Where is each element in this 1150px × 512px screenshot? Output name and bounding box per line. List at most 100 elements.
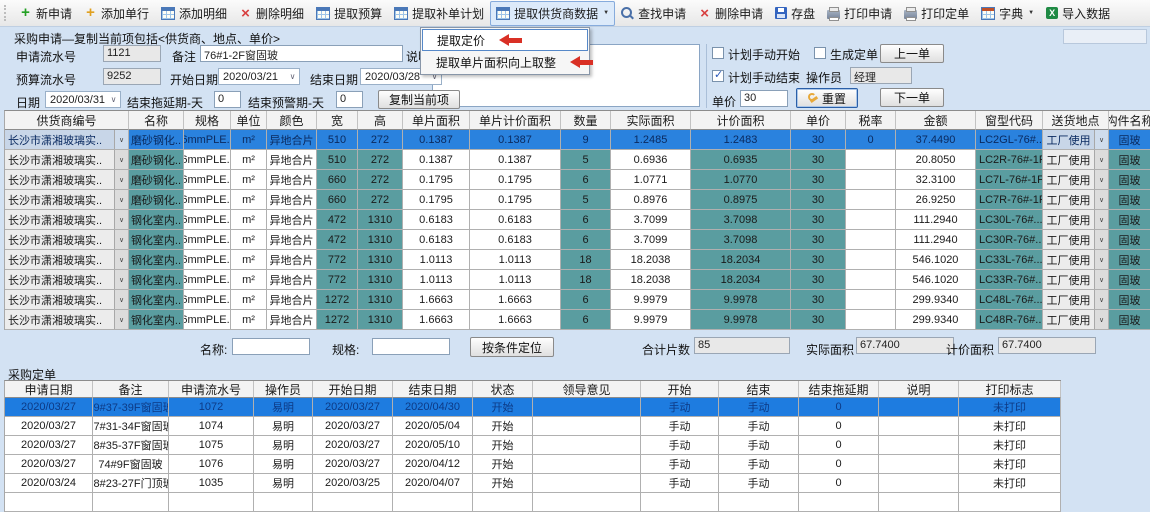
column-header[interactable]: 高	[358, 111, 403, 130]
toolbar-drag-handle[interactable]	[4, 5, 9, 21]
toolbar-button-grid-extract[interactable]: 提取供货商数据▼	[490, 1, 615, 26]
column-header[interactable]: 颜色	[267, 111, 317, 130]
toolbar-button-delete-x[interactable]: 删除明细	[233, 1, 310, 26]
column-header[interactable]: 构件名称	[1109, 111, 1150, 130]
table-row[interactable]: 2020/03/2789#37-39F窗固玻1072易明2020/03/2720…	[5, 398, 1061, 417]
delivery-location-combo[interactable]: 工厂使用∨	[1043, 250, 1109, 270]
delivery-location-combo[interactable]: 工厂使用∨	[1043, 310, 1109, 330]
table-row[interactable]: 长沙市潇湘玻璃实..∨钢化室内..6mmPLE..m²异地合片47213100.…	[5, 210, 1150, 230]
table-row[interactable]: 长沙市潇湘玻璃实..∨磨砂钢化..6mmPLE..m²异地合片6602720.1…	[5, 190, 1150, 210]
column-header[interactable]: 结束日期	[393, 381, 473, 398]
column-header[interactable]: 税率	[846, 111, 896, 130]
supplier-combo[interactable]: 长沙市潇湘玻璃实..∨	[5, 130, 129, 150]
manual-start-checkbox[interactable]	[712, 47, 724, 59]
table-row[interactable]: 2020/03/2788#35-37F窗固玻1075易明2020/03/2720…	[5, 436, 1061, 455]
reset-button[interactable]: 重置	[796, 88, 858, 108]
toolbar-button-grid-extract[interactable]: 提取预算	[310, 1, 388, 26]
column-header[interactable]: 单位	[231, 111, 267, 130]
menu-item[interactable]: 提取定价	[422, 29, 588, 51]
column-header[interactable]: 结束	[719, 381, 799, 398]
table-row[interactable]: 长沙市潇湘玻璃实..∨磨砂钢化..6mmPLE..m²异地合片5102720.1…	[5, 150, 1150, 170]
filter-name-input[interactable]	[232, 338, 310, 355]
column-header[interactable]: 打印标志	[959, 381, 1061, 398]
supplier-combo[interactable]: 长沙市潇湘玻璃实..∨	[5, 290, 129, 310]
toolbar-button-search[interactable]: 查找申请	[615, 1, 692, 26]
column-header[interactable]: 单价	[791, 111, 846, 130]
delivery-location-combo[interactable]: 工厂使用∨	[1043, 170, 1109, 190]
column-header[interactable]: 窗型代码	[976, 111, 1043, 130]
previous-order-button[interactable]: 上一单	[880, 44, 944, 63]
column-header[interactable]: 领导意见	[533, 381, 641, 398]
date-combo[interactable]: 2020/03/31∨	[45, 91, 121, 108]
column-header[interactable]: 状态	[473, 381, 533, 398]
unit-price-field[interactable]: 30	[740, 90, 788, 107]
remark-field[interactable]: 76#1-2F窗固玻	[200, 45, 403, 62]
column-header[interactable]: 名称	[129, 111, 184, 130]
table-row[interactable]: 长沙市潇湘玻璃实..∨钢化室内..6mmPLE..m²异地合片127213101…	[5, 310, 1150, 330]
operator-field[interactable]: 经理	[850, 67, 912, 84]
column-header[interactable]: 宽	[317, 111, 358, 130]
toolbar-button-delete-x[interactable]: 删除申请	[692, 1, 769, 26]
table-row[interactable]: 长沙市潇湘玻璃实..∨钢化室内..6mmPLE..m²异地合片77213101.…	[5, 250, 1150, 270]
delivery-location-combo[interactable]: 工厂使用∨	[1043, 190, 1109, 210]
column-header[interactable]: 金额	[896, 111, 976, 130]
toolbar-button-import-excel[interactable]: 导入数据	[1040, 1, 1116, 26]
toolbar-button-save-disk[interactable]: 存盘	[769, 1, 821, 26]
toolbar-button-grid-add[interactable]: 添加明细	[155, 1, 233, 26]
column-header[interactable]: 实际面积	[611, 111, 691, 130]
column-header[interactable]: 开始日期	[313, 381, 393, 398]
table-row[interactable]: 长沙市潇湘玻璃实..∨钢化室内..6mmPLE..m²异地合片77213101.…	[5, 270, 1150, 290]
toolbar-button-printer[interactable]: 打印定单	[898, 1, 975, 26]
supplier-combo[interactable]: 长沙市潇湘玻璃实..∨	[5, 250, 129, 270]
table-row[interactable]: 长沙市潇湘玻璃实..∨磨砂钢化..6mmPLE..m²异地合片5102720.1…	[5, 130, 1150, 150]
column-header[interactable]: 备注	[93, 381, 169, 398]
table-row[interactable]: 长沙市潇湘玻璃实..∨钢化室内..6mmPLE..m²异地合片47213100.…	[5, 230, 1150, 250]
delivery-location-combo[interactable]: 工厂使用∨	[1043, 230, 1109, 250]
column-header[interactable]: 规格	[184, 111, 231, 130]
delay-days-field[interactable]: 0	[214, 91, 241, 108]
column-header[interactable]: 操作员	[254, 381, 313, 398]
supplier-combo[interactable]: 长沙市潇湘玻璃实..∨	[5, 210, 129, 230]
table-row[interactable]: 长沙市潇湘玻璃实..∨钢化室内..6mmPLE..m²异地合片127213101…	[5, 290, 1150, 310]
delivery-location-combo[interactable]: 工厂使用∨	[1043, 290, 1109, 310]
toolbar-button-printer[interactable]: 打印申请	[821, 1, 898, 26]
column-header[interactable]: 开始	[641, 381, 719, 398]
column-header[interactable]: 单片面积	[403, 111, 470, 130]
toolbar-button-grid-dict[interactable]: 字典▼	[975, 1, 1040, 26]
budget-field[interactable]: 9252	[103, 68, 161, 85]
delivery-location-combo[interactable]: 工厂使用∨	[1043, 130, 1109, 150]
serial-field[interactable]: 1121	[103, 45, 161, 62]
start-date-combo[interactable]: 2020/03/21∨	[218, 68, 300, 85]
delivery-location-combo[interactable]: 工厂使用∨	[1043, 270, 1109, 290]
copy-current-button[interactable]: 复制当前项	[378, 90, 460, 109]
supplier-combo[interactable]: 长沙市潇湘玻璃实..∨	[5, 190, 129, 210]
menu-item[interactable]: 提取单片面积向上取整	[422, 51, 588, 73]
table-row[interactable]: 2020/03/2787#31-34F窗固玻1074易明2020/03/2720…	[5, 417, 1061, 436]
table-row[interactable]: 2020/03/2774#9F窗固玻1076易明2020/03/272020/0…	[5, 455, 1061, 474]
manual-end-checkbox[interactable]	[712, 70, 724, 82]
column-header[interactable]: 数量	[561, 111, 611, 130]
toolbar-button-grid-extract[interactable]: 提取补单计划	[388, 1, 490, 26]
supplier-combo[interactable]: 长沙市潇湘玻璃实..∨	[5, 270, 129, 290]
next-order-button[interactable]: 下一单	[880, 88, 944, 107]
generate-order-checkbox[interactable]	[814, 47, 826, 59]
supplier-combo[interactable]: 长沙市潇湘玻璃实..∨	[5, 150, 129, 170]
toolbar-button-add-row-plus[interactable]: +添加单行	[78, 1, 155, 26]
table-row[interactable]: 长沙市潇湘玻璃实..∨磨砂钢化..6mmPLE..m²异地合片6602720.1…	[5, 170, 1150, 190]
delivery-location-combo[interactable]: 工厂使用∨	[1043, 150, 1109, 170]
column-header[interactable]: 申请日期	[5, 381, 93, 398]
column-header[interactable]: 结束拖延期	[799, 381, 879, 398]
supplier-combo[interactable]: 长沙市潇湘玻璃实..∨	[5, 310, 129, 330]
toolbar-button-new-plus[interactable]: +新申请	[13, 1, 78, 26]
filter-spec-input[interactable]	[372, 338, 450, 355]
column-header[interactable]: 说明	[879, 381, 959, 398]
warn-days-field[interactable]: 0	[336, 91, 363, 108]
delivery-location-combo[interactable]: 工厂使用∨	[1043, 210, 1109, 230]
locate-by-condition-button[interactable]: 按条件定位	[470, 337, 554, 357]
column-header[interactable]: 单片计价面积	[470, 111, 561, 130]
column-header[interactable]: 计价面积	[691, 111, 791, 130]
column-header[interactable]: 供货商编号	[5, 111, 129, 130]
supplier-combo[interactable]: 长沙市潇湘玻璃实..∨	[5, 170, 129, 190]
table-row[interactable]: 2020/03/2488#23-27F门顶玻1035易明2020/03/2520…	[5, 474, 1061, 493]
supplier-combo[interactable]: 长沙市潇湘玻璃实..∨	[5, 230, 129, 250]
